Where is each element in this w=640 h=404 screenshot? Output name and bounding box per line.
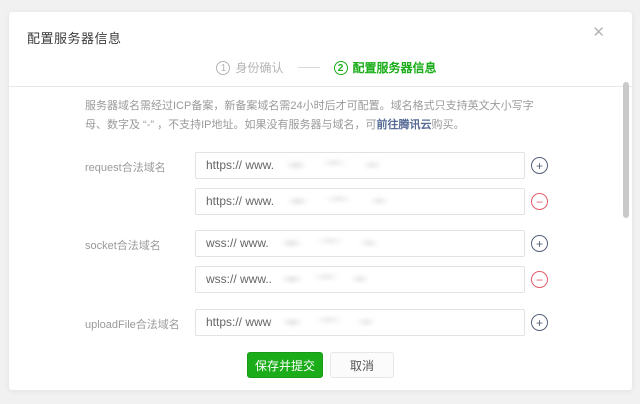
dialog-actions: 保存并提交 取消 <box>9 352 632 378</box>
censored-domain-blur <box>274 272 375 284</box>
step-identity-confirm: 1 身份确认 <box>216 59 284 76</box>
remove-socket-domain-button[interactable]: − <box>531 271 548 288</box>
socket-domain-input-2[interactable]: wss:// www.. <box>195 266 525 293</box>
plus-icon: + <box>535 158 543 173</box>
censored-domain-blur <box>276 158 389 170</box>
step-2-label: 配置服务器信息 <box>352 61 437 75</box>
scrollbar-thumb[interactable] <box>623 82 629 218</box>
description-suffix: 购买。 <box>431 119 465 131</box>
save-submit-button[interactable]: 保存并提交 <box>247 352 323 378</box>
configure-server-dialog: 配置服务器信息 ✕ 1 身份确认 2 配置服务器信息 服务器域名需经过ICP备案… <box>9 12 632 390</box>
server-domain-description: 服务器域名需经过ICP备案，新备案域名需24小时后才可配置。域名格式只支持英文大… <box>85 97 555 135</box>
socket-domain-value-2: wss:// www.. <box>206 272 273 286</box>
minus-icon: − <box>535 272 543 287</box>
close-icon[interactable]: ✕ <box>592 25 605 40</box>
field-label-socket: socket合法域名 <box>85 240 161 252</box>
add-uploadfile-domain-button[interactable]: + <box>531 314 548 331</box>
dialog-header: 配置服务器信息 ✕ 1 身份确认 2 配置服务器信息 <box>9 12 632 87</box>
socket-domain-value-1: wss:// www. <box>206 236 269 250</box>
uploadfile-domain-value-1: https:// www <box>206 315 272 329</box>
step-indicator: 1 身份确认 2 配置服务器信息 <box>21 59 632 76</box>
add-request-domain-button[interactable]: + <box>531 157 548 174</box>
censored-domain-blur <box>276 194 397 206</box>
plus-icon: + <box>535 315 543 330</box>
request-domain-input-2[interactable]: https:// www. <box>195 188 525 215</box>
add-socket-domain-button[interactable]: + <box>531 235 548 252</box>
socket-domain-input-1[interactable]: wss:// www. <box>195 230 525 257</box>
minus-icon: − <box>535 194 543 209</box>
step-1-number-icon: 1 <box>216 60 231 75</box>
cancel-button[interactable]: 取消 <box>330 352 394 378</box>
request-domain-value-1: https:// www. <box>206 158 275 172</box>
step-separator <box>297 67 320 68</box>
plus-icon: + <box>535 236 543 251</box>
step-configure-server: 2 配置服务器信息 <box>333 59 437 76</box>
step-1-label: 身份确认 <box>235 61 284 75</box>
description-text: 服务器域名需经过ICP备案，新备案域名需24小时后才可配置。域名格式只支持英文大… <box>85 100 534 131</box>
dialog-title: 配置服务器信息 <box>27 31 122 46</box>
request-domain-input-1[interactable]: https:// www. <box>195 152 525 179</box>
tencent-cloud-link[interactable]: 前往腾讯云 <box>377 119 432 131</box>
remove-request-domain-button[interactable]: − <box>531 193 548 210</box>
censored-domain-blur <box>270 236 385 248</box>
step-2-number-icon: 2 <box>333 60 348 75</box>
field-label-request: request合法域名 <box>85 162 166 174</box>
uploadfile-domain-input-1[interactable]: https:// www <box>195 309 525 336</box>
request-domain-value-2: https:// www. <box>206 194 275 208</box>
censored-domain-blur <box>273 315 382 327</box>
field-label-uploadfile: uploadFile合法域名 <box>85 319 180 331</box>
